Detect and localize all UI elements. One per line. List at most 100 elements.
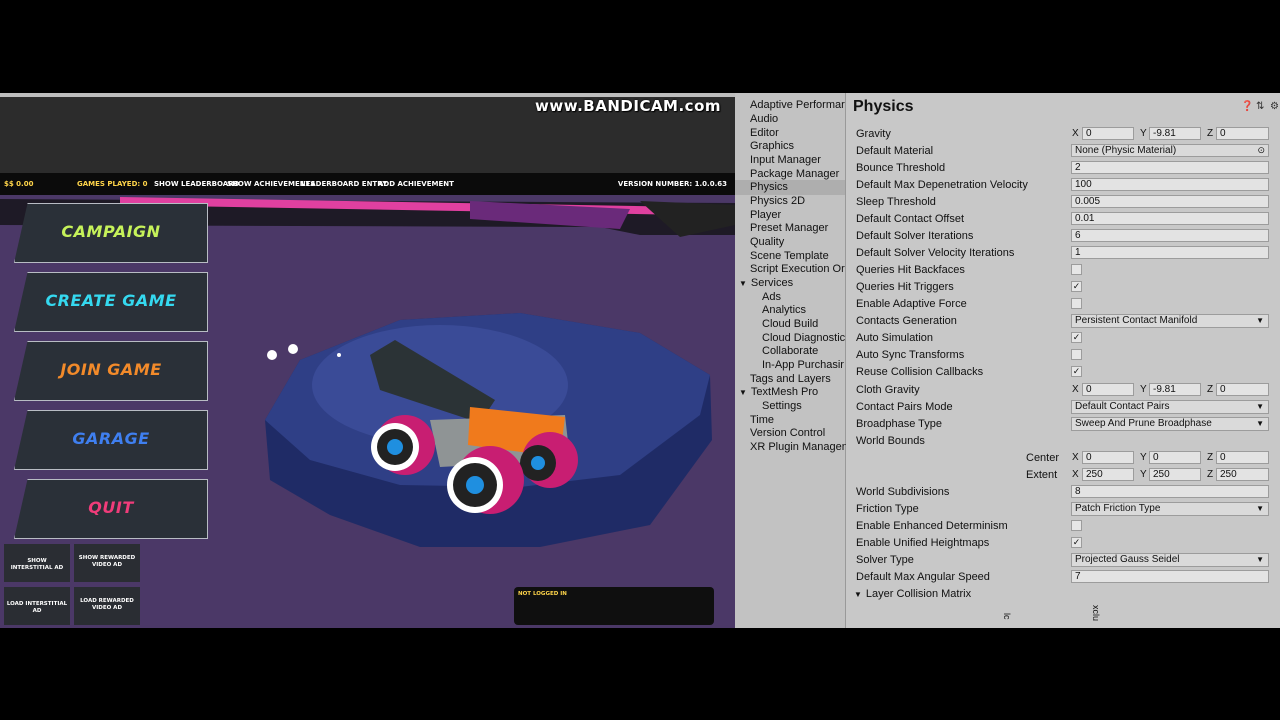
unified-heightmaps-checkbox[interactable]: ✓ bbox=[1071, 537, 1082, 548]
broadphase-type-dropdown[interactable]: Sweep And Prune Broadphase ▼ bbox=[1071, 417, 1269, 431]
quit-button-label: QUIT bbox=[88, 498, 134, 517]
center-y-field[interactable]: 0 bbox=[1149, 451, 1201, 464]
garage-button-label: GARAGE bbox=[72, 429, 150, 448]
create-game-button[interactable]: CREATE GAME bbox=[14, 272, 208, 332]
contact-pairs-mode-value: Default Contact Pairs bbox=[1075, 401, 1170, 412]
contact-pairs-mode-label: Contact Pairs Mode bbox=[856, 401, 953, 413]
sidebar-item-physics-2d[interactable]: Physics 2D bbox=[750, 195, 805, 207]
expand-triangle-icon[interactable]: ▼ bbox=[739, 279, 747, 288]
preset-icon[interactable]: ⇅ bbox=[1256, 101, 1264, 112]
load-interstitial-ad-button[interactable]: LOAD INTERSTITIAL AD bbox=[4, 587, 70, 625]
cloth-gravity-z-field[interactable]: 0 bbox=[1216, 383, 1269, 396]
extent-x-field[interactable]: 250 bbox=[1082, 468, 1134, 481]
queries-hit-backfaces-checkbox[interactable] bbox=[1071, 264, 1082, 275]
sidebar-item-tags-and-layers[interactable]: Tags and Layers bbox=[750, 373, 831, 385]
max-angular-speed-field[interactable]: 7 bbox=[1071, 570, 1269, 583]
sidebar-item-editor[interactable]: Editor bbox=[750, 127, 779, 139]
show-interstitial-ad-label: SHOW INTERSTITIAL AD bbox=[10, 558, 64, 571]
extent-y-field[interactable]: 250 bbox=[1149, 468, 1201, 481]
cloth-gravity-y-field[interactable]: -9.81 bbox=[1149, 383, 1201, 396]
dropdown-arrow-icon: ▼ bbox=[1256, 419, 1264, 428]
sidebar-item-services[interactable]: ▼ Services bbox=[739, 277, 793, 289]
sidebar-item-graphics[interactable]: Graphics bbox=[750, 140, 794, 152]
game-view: $$ 0.00 GAMES PLAYED: 0 SHOW LEADERBOARD… bbox=[0, 93, 735, 628]
sidebar-item-input-manager[interactable]: Input Manager bbox=[750, 154, 821, 166]
leaderboard-entry-button[interactable]: LEADERBOARD ENTRY bbox=[301, 180, 387, 188]
sidebar-item-physics[interactable]: Physics bbox=[735, 180, 845, 195]
gravity-z-field[interactable]: 0 bbox=[1216, 127, 1269, 140]
auto-sync-transforms-checkbox[interactable] bbox=[1071, 349, 1082, 360]
friction-type-value: Patch Friction Type bbox=[1075, 503, 1161, 514]
sidebar-item-settings[interactable]: Settings bbox=[762, 400, 802, 412]
campaign-button[interactable]: CAMPAIGN bbox=[14, 203, 208, 263]
dropdown-arrow-icon: ▼ bbox=[1256, 504, 1264, 513]
gear-icon[interactable]: ⚙ bbox=[1270, 101, 1279, 112]
adaptive-force-checkbox[interactable] bbox=[1071, 298, 1082, 309]
contacts-generation-label: Contacts Generation bbox=[856, 315, 957, 327]
sidebar-item-preset-manager[interactable]: Preset Manager bbox=[750, 222, 828, 234]
solver-type-value: Projected Gauss Seidel bbox=[1075, 554, 1180, 565]
show-interstitial-ad-button[interactable]: SHOW INTERSTITIAL AD bbox=[4, 544, 70, 582]
load-interstitial-ad-label: LOAD INTERSTITIAL AD bbox=[6, 601, 68, 614]
join-game-button-label: JOIN GAME bbox=[60, 360, 162, 379]
garage-button[interactable]: GARAGE bbox=[14, 410, 208, 470]
sidebar-item-time[interactable]: Time bbox=[750, 414, 774, 426]
contacts-generation-value: Persistent Contact Manifold bbox=[1075, 315, 1198, 326]
sidebar-item-scene-template[interactable]: Scene Template bbox=[750, 250, 829, 262]
queries-hit-triggers-checkbox[interactable]: ✓ bbox=[1071, 281, 1082, 292]
help-icon[interactable]: ❓ bbox=[1241, 101, 1253, 112]
contact-offset-field[interactable]: 0.01 bbox=[1071, 212, 1269, 225]
sidebar-item-version-control[interactable]: Version Control bbox=[750, 427, 825, 439]
friction-type-label: Friction Type bbox=[856, 503, 919, 515]
sidebar-item-package-manager[interactable]: Package Manager bbox=[750, 168, 839, 180]
matrix-column-label: lc bbox=[1002, 613, 1012, 620]
solver-type-dropdown[interactable]: Projected Gauss Seidel ▼ bbox=[1071, 553, 1269, 567]
object-picker-icon[interactable]: ⊙ bbox=[1257, 145, 1265, 156]
extent-z-field[interactable]: 250 bbox=[1216, 468, 1269, 481]
friction-type-dropdown[interactable]: Patch Friction Type ▼ bbox=[1071, 502, 1269, 516]
bounce-threshold-field[interactable]: 2 bbox=[1071, 161, 1269, 174]
cloth-gravity-x-field[interactable]: 0 bbox=[1082, 383, 1134, 396]
sleep-threshold-field[interactable]: 0.005 bbox=[1071, 195, 1269, 208]
unified-heightmaps-label: Enable Unified Heightmaps bbox=[856, 537, 990, 549]
expand-triangle-icon[interactable]: ▼ bbox=[739, 388, 747, 397]
sidebar-item-analytics[interactable]: Analytics bbox=[762, 304, 806, 316]
sidebar-item-in-app-purchasing[interactable]: In-App Purchasir bbox=[762, 359, 844, 371]
center-y-label: Y bbox=[1140, 452, 1147, 463]
default-material-field[interactable]: None (Physic Material) ⊙ bbox=[1071, 144, 1269, 157]
gravity-y-field[interactable]: -9.81 bbox=[1149, 127, 1201, 140]
center-x-field[interactable]: 0 bbox=[1082, 451, 1134, 464]
version-label: VERSION NUMBER: 1.0.0.63 bbox=[617, 180, 727, 188]
sidebar-item-collaborate[interactable]: Collaborate bbox=[762, 345, 818, 357]
sidebar-item-adaptive-performance[interactable]: Adaptive Performar bbox=[750, 99, 845, 111]
sidebar-item-ads[interactable]: Ads bbox=[762, 291, 781, 303]
max-depenetration-field[interactable]: 100 bbox=[1071, 178, 1269, 191]
sidebar-item-script-execution-order[interactable]: Script Execution Or bbox=[750, 263, 845, 275]
show-rewarded-video-ad-button[interactable]: SHOW REWARDED VIDEO AD bbox=[74, 544, 140, 582]
sidebar-item-cloud-diagnostics[interactable]: Cloud Diagnostic bbox=[762, 332, 845, 344]
load-rewarded-video-ad-button[interactable]: LOAD REWARDED VIDEO AD bbox=[74, 587, 140, 625]
sidebar-item-player[interactable]: Player bbox=[750, 209, 781, 221]
quit-button[interactable]: QUIT bbox=[14, 479, 208, 539]
sidebar-item-quality[interactable]: Quality bbox=[750, 236, 784, 248]
contacts-generation-dropdown[interactable]: Persistent Contact Manifold ▼ bbox=[1071, 314, 1269, 328]
world-subdivisions-field[interactable]: 8 bbox=[1071, 485, 1269, 498]
contact-pairs-mode-dropdown[interactable]: Default Contact Pairs ▼ bbox=[1071, 400, 1269, 414]
sidebar-item-cloud-build[interactable]: Cloud Build bbox=[762, 318, 818, 330]
join-game-button[interactable]: JOIN GAME bbox=[14, 341, 208, 401]
layer-collision-matrix-foldout[interactable]: ▼ Layer Collision Matrix bbox=[854, 588, 971, 600]
center-z-field[interactable]: 0 bbox=[1216, 451, 1269, 464]
auto-simulation-checkbox[interactable]: ✓ bbox=[1071, 332, 1082, 343]
sidebar-item-xr-plugin-management[interactable]: XR Plugin Managen bbox=[750, 441, 848, 453]
cloth-gravity-x-label: X bbox=[1072, 384, 1079, 395]
reuse-collision-callbacks-checkbox[interactable]: ✓ bbox=[1071, 366, 1082, 377]
auto-sync-transforms-label: Auto Sync Transforms bbox=[856, 349, 965, 361]
add-achievement-button[interactable]: ADD ACHIEVEMENT bbox=[378, 180, 454, 188]
sidebar-item-textmesh-pro[interactable]: ▼ TextMesh Pro bbox=[739, 386, 818, 398]
sidebar-item-audio[interactable]: Audio bbox=[750, 113, 778, 125]
enhanced-determinism-checkbox[interactable] bbox=[1071, 520, 1082, 531]
gravity-x-field[interactable]: 0 bbox=[1082, 127, 1134, 140]
solver-iterations-label: Default Solver Iterations bbox=[856, 230, 974, 242]
solver-velocity-iterations-field[interactable]: 1 bbox=[1071, 246, 1269, 259]
solver-iterations-field[interactable]: 6 bbox=[1071, 229, 1269, 242]
